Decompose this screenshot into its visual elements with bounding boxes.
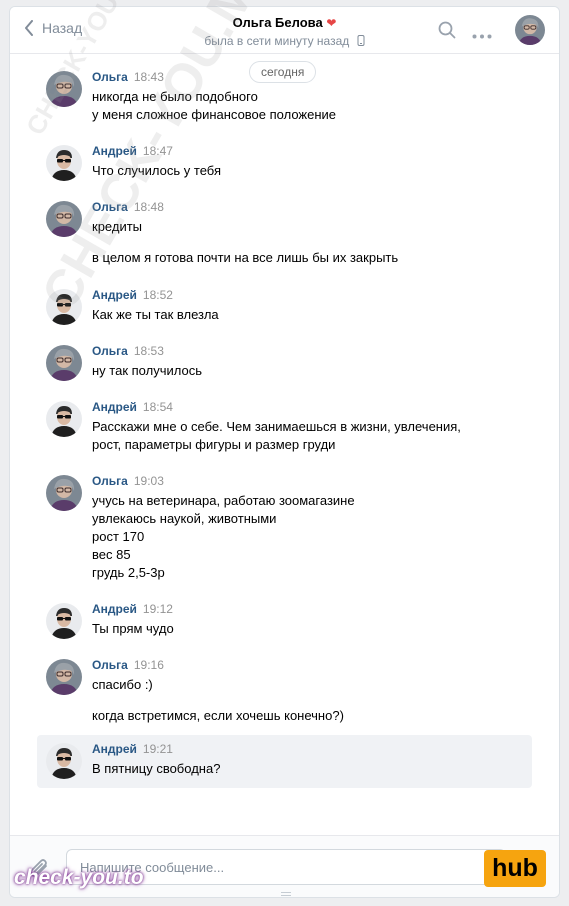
message-body: спасибо :) когда встретимся, если хочешь … xyxy=(92,676,524,725)
avatar[interactable] xyxy=(46,603,82,639)
avatar[interactable] xyxy=(46,475,82,511)
avatar[interactable] xyxy=(46,743,82,779)
message-body: Ты прям чудо xyxy=(92,620,524,638)
message-meta: Ольга 18:53 xyxy=(92,344,164,358)
mobile-icon xyxy=(357,35,365,46)
chat-header: Назад Ольга Белова ❤ была в сети минуту … xyxy=(10,7,559,54)
message-meta: Ольга 19:03 xyxy=(92,474,164,488)
message-text: учусь на ветеринара, работаю зоомагазине xyxy=(92,493,355,508)
message-text: вес 85 xyxy=(92,547,131,562)
watermark-hub-logo: hub xyxy=(484,850,546,887)
status-text: была в сети минуту назад xyxy=(204,34,350,48)
message-text: у меня сложное финансовое положение xyxy=(92,107,337,122)
message-line-break xyxy=(92,236,524,249)
message[interactable]: Андрей 18:47 Что случилось у тебя xyxy=(37,137,532,193)
message-text: в целом я готова почти на все лишь бы их… xyxy=(92,250,399,265)
more-icon[interactable] xyxy=(472,27,492,42)
avatar[interactable] xyxy=(46,71,82,107)
message-time[interactable]: 18:54 xyxy=(143,400,173,414)
avatar[interactable] xyxy=(46,345,82,381)
message-line-break xyxy=(92,694,524,707)
avatar[interactable] xyxy=(46,201,82,237)
message-time[interactable]: 19:12 xyxy=(143,602,173,616)
message-text: рост 170 xyxy=(92,529,145,544)
message-text: никогда не было подобного xyxy=(92,89,258,104)
message-author[interactable]: Ольга xyxy=(92,200,128,214)
message[interactable]: Ольга 18:48 кредиты в целом я готова почти … xyxy=(37,193,532,281)
message-time[interactable]: 19:03 xyxy=(134,474,164,488)
search-icon[interactable] xyxy=(438,21,456,42)
message-text: грудь 2,5-3р xyxy=(92,565,165,580)
message-body: Что случилось у тебя xyxy=(92,162,524,180)
avatar[interactable] xyxy=(46,659,82,695)
message-body: учусь на ветеринара, работаю зоомагазине… xyxy=(92,492,524,582)
message-text: Как же ты так влезла xyxy=(92,307,219,322)
message-time[interactable]: 18:53 xyxy=(134,344,164,358)
avatar[interactable] xyxy=(46,401,82,437)
message-author[interactable]: Андрей xyxy=(92,742,137,756)
message[interactable]: Андрей 18:54 Расскажи мне о себе. Чем зани… xyxy=(37,393,532,467)
resize-grip[interactable] xyxy=(281,892,291,896)
message-author[interactable]: Андрей xyxy=(92,144,137,158)
message-meta: Андрей 18:54 xyxy=(92,400,173,414)
message-text: когда встретимся, если хочешь конечно?) xyxy=(92,708,344,723)
contact-name: Ольга Белова xyxy=(232,15,323,30)
message-author[interactable]: Ольга xyxy=(92,474,128,488)
message-text: Что случилось у тебя xyxy=(92,163,221,178)
message-time[interactable]: 18:52 xyxy=(143,288,173,302)
watermark-check-you: check-you.to xyxy=(14,866,144,889)
message-text: Расскажи мне о себе. Чем занимаешься в ж… xyxy=(92,419,461,434)
avatar[interactable] xyxy=(46,145,82,181)
message-meta: Андрей 19:21 xyxy=(92,742,173,756)
heart-icon: ❤ xyxy=(326,16,337,30)
message-list[interactable]: сегодня Ольга 18:43 никогда не было подобн… xyxy=(10,55,559,835)
message-text: ну так получилось xyxy=(92,363,202,378)
message-body: Как же ты так влезла xyxy=(92,306,524,324)
message[interactable]: Ольга 18:43 никогда не было подобного у мен… xyxy=(37,63,532,123)
message-author[interactable]: Андрей xyxy=(92,400,137,414)
message-author[interactable]: Ольга xyxy=(92,70,128,84)
message-body: кредиты в целом я готова почти на все лиш… xyxy=(92,218,524,267)
contact-avatar[interactable] xyxy=(515,15,545,45)
message-author[interactable]: Ольга xyxy=(92,658,128,672)
message-text: кредиты xyxy=(92,219,143,234)
message-time[interactable]: 19:21 xyxy=(143,742,173,756)
message-body: никогда не было подобного у меня сложное … xyxy=(92,88,524,124)
message-meta: Андрей 19:12 xyxy=(92,602,173,616)
message-meta: Ольга 19:16 xyxy=(92,658,164,672)
chat-panel: Назад Ольга Белова ❤ была в сети минуту … xyxy=(9,6,560,898)
message-meta: Андрей 18:52 xyxy=(92,288,173,302)
message-meta: Андрей 18:47 xyxy=(92,144,173,158)
message-text: Ты прям чудо xyxy=(92,621,174,636)
message-time[interactable]: 18:47 xyxy=(143,144,173,158)
message-body: Расскажи мне о себе. Чем занимаешься в ж… xyxy=(92,418,524,454)
message-time[interactable]: 18:48 xyxy=(134,200,164,214)
message-time[interactable]: 19:16 xyxy=(134,658,164,672)
message-body: ну так получилось xyxy=(92,362,524,380)
message-body: В пятницу свободна? xyxy=(92,760,524,778)
message-time[interactable]: 18:43 xyxy=(134,70,164,84)
message-text: спасибо :) xyxy=(92,677,153,692)
message-meta: Ольга 18:48 xyxy=(92,200,164,214)
message-text: В пятницу свободна? xyxy=(92,761,221,776)
message-author[interactable]: Ольга xyxy=(92,344,128,358)
message-text: увлекаюсь наукой, животными xyxy=(92,511,277,526)
message[interactable]: Ольга 19:03 учусь на ветеринара, работаю з… xyxy=(37,467,532,595)
message[interactable]: Ольга 18:53 ну так получилось xyxy=(37,337,532,393)
message-author[interactable]: Андрей xyxy=(92,602,137,616)
avatar[interactable] xyxy=(46,289,82,325)
message[interactable]: Андрей 19:12 Ты прям чудо xyxy=(37,595,532,651)
message[interactable]: Андрей 18:52 Как же ты так влезла xyxy=(37,281,532,337)
message[interactable]: Андрей 19:21 В пятницу свободна? xyxy=(37,735,532,788)
message-meta: Ольга 18:43 xyxy=(92,70,164,84)
message-text: рост, параметры фигуры и размер груди xyxy=(92,437,336,452)
message[interactable]: Ольга 19:16 спасибо :) когда встретимся, ес… xyxy=(37,651,532,739)
message-author[interactable]: Андрей xyxy=(92,288,137,302)
